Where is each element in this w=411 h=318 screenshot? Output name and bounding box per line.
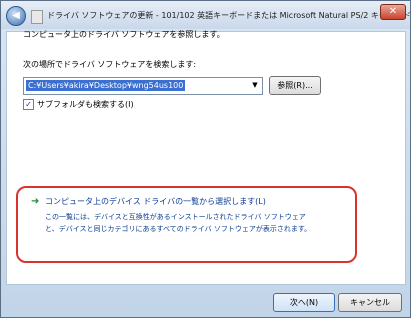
- close-icon: ✕: [388, 6, 398, 17]
- title-bar: ◀ ドライバ ソフトウェアの更新 - 101/102 英語キーボードまたは Mi…: [1, 1, 411, 29]
- next-button[interactable]: 次へ(N): [273, 293, 335, 312]
- page-heading: コンピュータ上のドライバ ソフトウェアを参照します。: [23, 30, 225, 39]
- back-arrow-icon: ◀: [12, 10, 20, 21]
- pick-from-list-link[interactable]: コンピュータ上のデバイス ドライバの一覧から選択します(L): [45, 196, 266, 207]
- search-location-label: 次の場所でドライバ ソフトウェアを検索します:: [23, 60, 197, 69]
- description-line-1: この一覧には、デバイスと互換性があるインストールされたドライバ ソフトウェア: [45, 213, 306, 221]
- close-button[interactable]: ✕: [380, 4, 406, 20]
- back-button[interactable]: ◀: [6, 6, 26, 26]
- device-icon: [31, 10, 43, 24]
- cancel-button[interactable]: キャンセル: [338, 293, 402, 312]
- path-combobox[interactable]: C:¥Users¥akira¥Desktop¥wng54us100 ▼: [23, 77, 263, 95]
- green-arrow-icon: ➜: [31, 196, 40, 207]
- window-title: ドライバ ソフトウェアの更新 - 101/102 英語キーボードまたは Micr…: [47, 11, 411, 20]
- pick-from-list-description: この一覧には、デバイスと互換性があるインストールされたドライバ ソフトウェア と…: [45, 211, 311, 235]
- driver-update-window: ◀ ドライバ ソフトウェアの更新 - 101/102 英語キーボードまたは Mi…: [0, 0, 411, 318]
- description-line-2: と、デバイスと同じカテゴリにあるすべてのドライバ ソフトウェアが表示されます。: [45, 225, 312, 233]
- chevron-down-icon[interactable]: ▼: [250, 80, 260, 91]
- subfolder-label[interactable]: サブフォルダも検索する(I): [37, 100, 134, 109]
- path-input-value[interactable]: C:¥Users¥akira¥Desktop¥wng54us100: [26, 80, 186, 91]
- subfolder-checkbox[interactable]: ✓: [23, 99, 34, 110]
- browse-button[interactable]: 参照(R)...: [269, 76, 321, 95]
- include-subfolders-option[interactable]: ✓ サブフォルダも検索する(I): [23, 99, 134, 110]
